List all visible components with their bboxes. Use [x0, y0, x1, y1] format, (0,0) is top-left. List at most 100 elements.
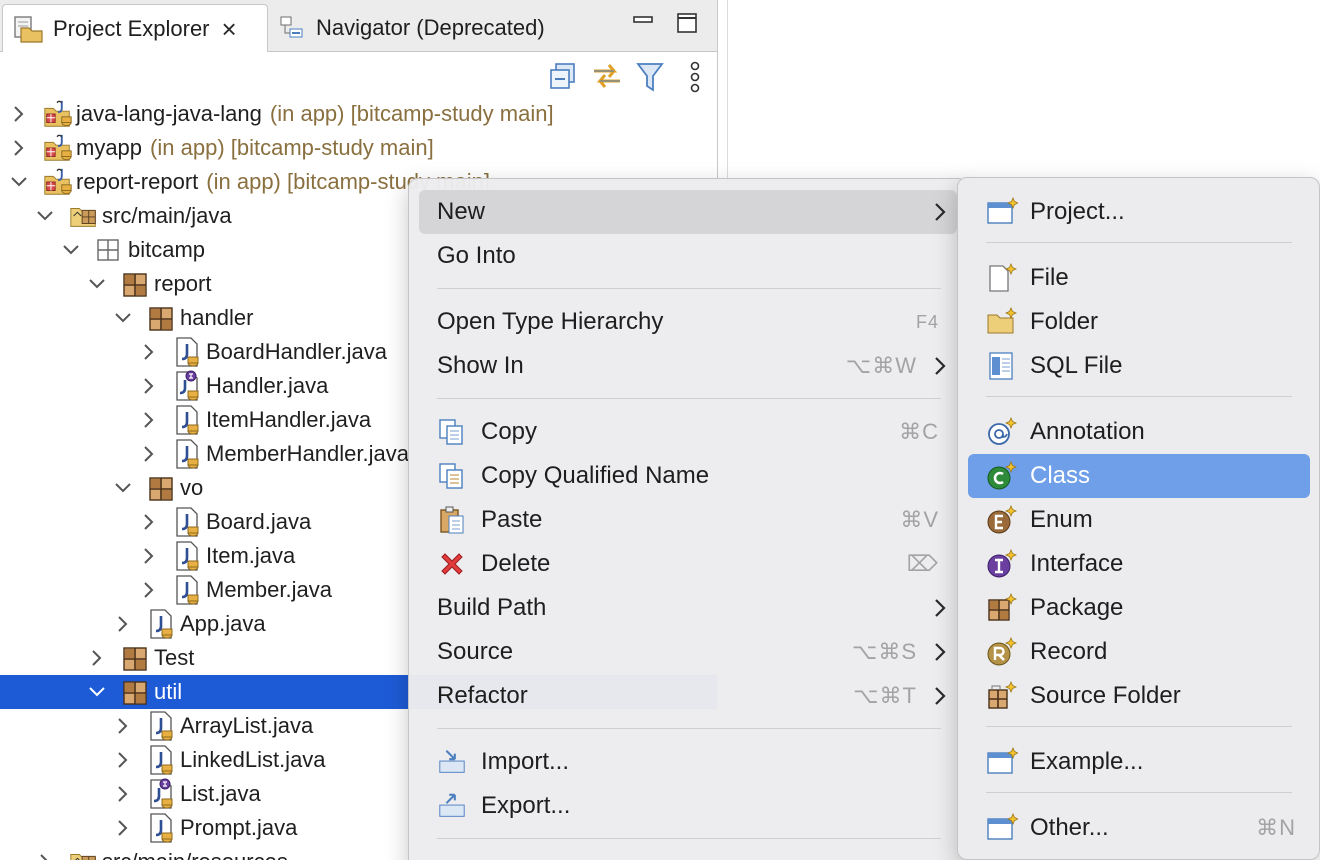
submenu-arrow-icon: [933, 684, 947, 708]
delete-icon: [437, 550, 467, 578]
menu-item-label: Refactor: [437, 682, 528, 709]
menu-item-copy-qualified-name[interactable]: Copy Qualified Name: [419, 454, 957, 498]
chevron-right-icon[interactable]: [138, 539, 160, 573]
new-annotation-icon: [986, 417, 1018, 446]
menu-item-refactor[interactable]: Refactor ⌥⌘T: [419, 674, 957, 718]
chevron-down-icon[interactable]: [60, 233, 82, 267]
new-menu-item-class[interactable]: Class: [968, 454, 1310, 498]
tree-item-label: bitcamp: [128, 237, 206, 262]
menu-item-go-into[interactable]: Go Into: [419, 234, 957, 278]
menu-separator: [437, 398, 941, 399]
tab-project-explorer[interactable]: Project Explorer ×: [2, 4, 268, 52]
menu-item-label: Record: [1030, 638, 1108, 665]
menu-item-open-type-hierarchy[interactable]: Open Type Hierarchy F4: [419, 300, 957, 344]
tree-item[interactable]: java-lang-java-lang (in app) [bitcamp-stu…: [0, 97, 717, 131]
new-menu-item-folder[interactable]: Folder: [968, 300, 1310, 344]
package-icon: [146, 471, 178, 505]
new-menu-item-annotation[interactable]: Annotation: [968, 410, 1310, 454]
chevron-down-icon[interactable]: [8, 165, 30, 199]
menu-item-label: Interface: [1030, 550, 1124, 577]
package-icon: [120, 641, 152, 675]
new-source-folder-icon: [986, 681, 1018, 710]
tree-item-label: LinkedList.java: [180, 747, 326, 772]
chevron-down-icon[interactable]: [112, 471, 134, 505]
menu-item-shortcut: ⌘C: [899, 419, 939, 444]
chevron-right-icon[interactable]: [138, 403, 160, 437]
chevron-right-icon[interactable]: [112, 743, 134, 777]
menu-item-paste[interactable]: Paste ⌘V: [419, 498, 957, 542]
chevron-right-icon[interactable]: [112, 777, 134, 811]
chevron-right-icon[interactable]: [86, 641, 108, 675]
empty-package-icon: [94, 233, 126, 267]
new-class-icon: [986, 461, 1018, 490]
menu-separator: [437, 838, 941, 839]
tree-item-label: handler: [180, 305, 254, 330]
chevron-right-icon[interactable]: [138, 335, 160, 369]
chevron-right-icon[interactable]: [112, 811, 134, 845]
tree-item-label: util: [154, 679, 183, 704]
submenu-arrow-icon: [933, 354, 947, 378]
chevron-right-icon[interactable]: [138, 505, 160, 539]
new-menu-item-example[interactable]: Example...: [968, 740, 1310, 784]
menu-item-label: Source Folder: [1030, 682, 1181, 709]
menu-item-export[interactable]: Export...: [419, 784, 957, 828]
chevron-down-icon[interactable]: [86, 267, 108, 301]
import-icon: [437, 748, 467, 776]
chevron-right-icon[interactable]: [34, 845, 56, 860]
new-menu-item-record[interactable]: Record: [968, 630, 1310, 674]
tree-item[interactable]: myapp (in app) [bitcamp-study main]: [0, 131, 717, 165]
java-interface-file-icon: [146, 777, 178, 811]
new-menu-item-source-folder[interactable]: Source Folder: [968, 674, 1310, 718]
new-menu-item-file[interactable]: File: [968, 256, 1310, 300]
chevron-right-icon[interactable]: [138, 437, 160, 471]
menu-item-import[interactable]: Import...: [419, 740, 957, 784]
menu-item-copy[interactable]: Copy ⌘C: [419, 410, 957, 454]
new-file-icon: [986, 263, 1018, 292]
menu-item-label: Folder: [1030, 308, 1099, 335]
new-menu-item-interface[interactable]: Interface: [968, 542, 1310, 586]
new-menu-item-other[interactable]: Other... ⌘N: [968, 806, 1310, 850]
java-file-icon: [172, 403, 204, 437]
view-tab-bar: Project Explorer × Navigator (Deprecated…: [0, 0, 717, 52]
new-menu-item-sql-file[interactable]: SQL File: [968, 344, 1310, 388]
minimize-icon[interactable]: [632, 12, 654, 34]
menu-separator: [437, 288, 941, 289]
chevron-right-icon[interactable]: [138, 369, 160, 403]
view-menu-icon[interactable]: [688, 60, 702, 94]
link-with-editor-icon[interactable]: [590, 60, 624, 92]
chevron-right-icon[interactable]: [112, 607, 134, 641]
menu-item-delete[interactable]: Delete ⌦: [419, 542, 957, 586]
menu-item-build-path[interactable]: Build Path: [419, 586, 957, 630]
menu-item-label: Export...: [481, 792, 571, 819]
tab-navigator[interactable]: Navigator (Deprecated): [270, 4, 600, 52]
menu-item-label: New: [437, 198, 486, 225]
menu-item-label: Example...: [1030, 748, 1144, 775]
collapse-all-icon[interactable]: [548, 60, 578, 92]
new-menu-item-enum[interactable]: Enum: [968, 498, 1310, 542]
filter-icon[interactable]: [636, 60, 664, 94]
maximize-icon[interactable]: [676, 12, 698, 34]
chevron-down-icon[interactable]: [112, 301, 134, 335]
java-project-icon: [42, 131, 74, 165]
new-menu-item-package[interactable]: Package: [968, 586, 1310, 630]
menu-item-new[interactable]: New: [419, 190, 957, 234]
chevron-down-icon[interactable]: [34, 199, 56, 233]
chevron-right-icon[interactable]: [8, 131, 30, 165]
tree-item-label: vo: [180, 475, 204, 500]
chevron-right-icon[interactable]: [112, 709, 134, 743]
paste-icon: [437, 506, 467, 534]
menu-item-shortcut: ⌦: [906, 551, 939, 576]
menu-item-label: Project...: [1030, 198, 1125, 225]
chevron-right-icon[interactable]: [8, 97, 30, 131]
tree-item-label: Board.java: [206, 509, 312, 534]
new-menu-item-project[interactable]: Project...: [968, 190, 1310, 234]
chevron-right-icon[interactable]: [138, 573, 160, 607]
menu-item-show-in[interactable]: Show In ⌥⌘W: [419, 344, 957, 388]
tree-item-label: MemberHandler.java: [206, 441, 409, 466]
java-file-icon: [146, 743, 178, 777]
chevron-down-icon[interactable]: [86, 675, 108, 709]
menu-item-source[interactable]: Source ⌥⌘S: [419, 630, 957, 674]
close-icon[interactable]: ×: [222, 16, 237, 42]
menu-separator: [437, 728, 941, 729]
menu-item-label: File: [1030, 264, 1069, 291]
